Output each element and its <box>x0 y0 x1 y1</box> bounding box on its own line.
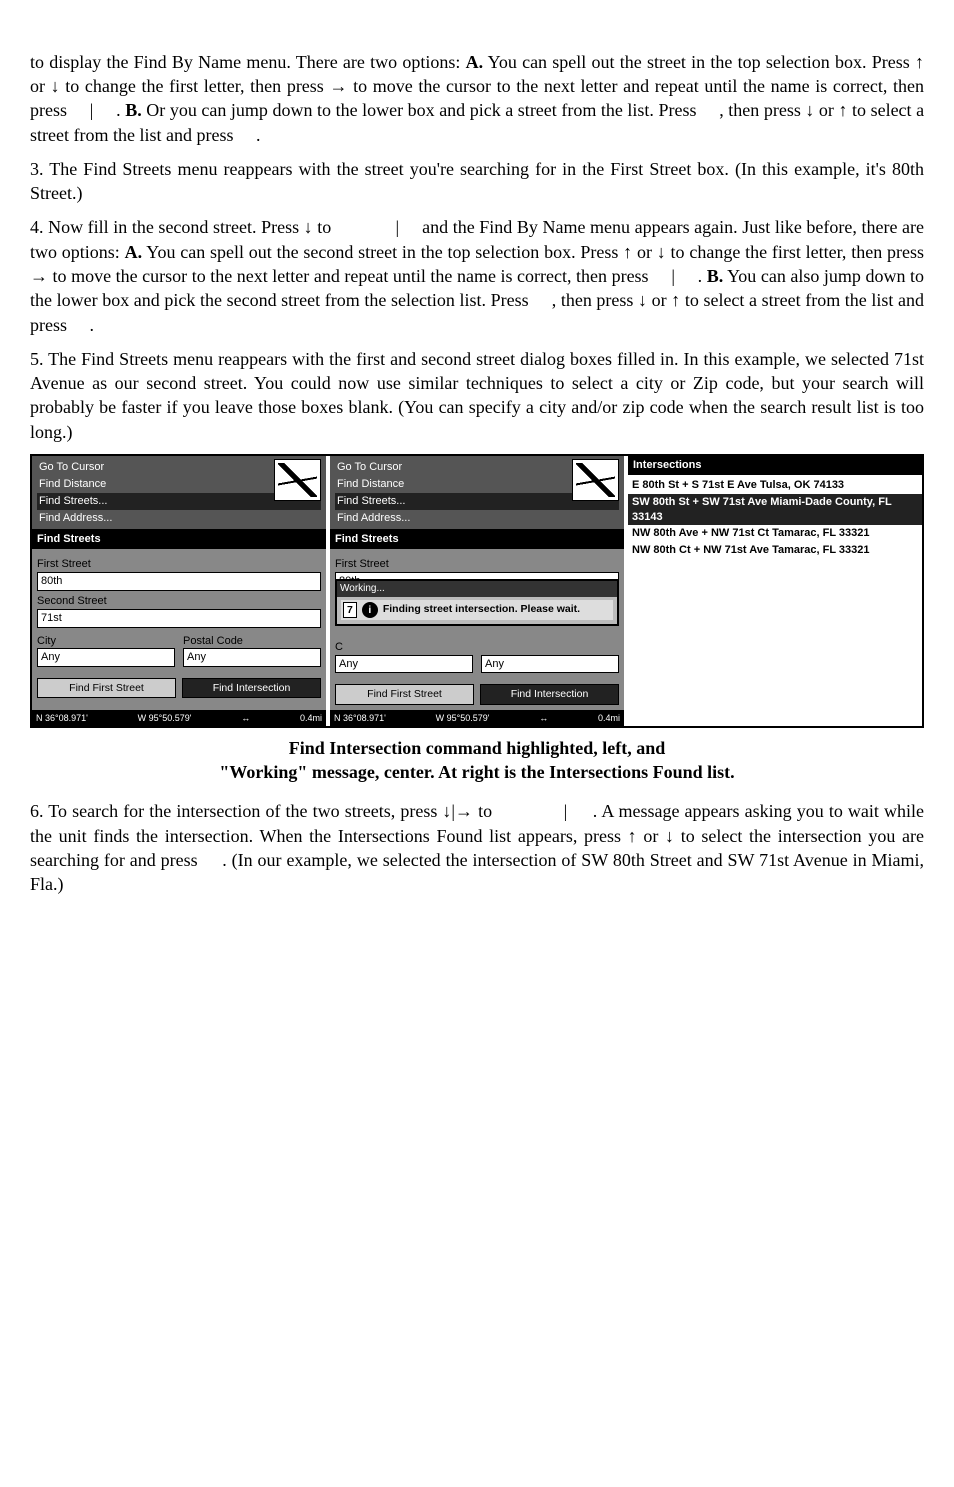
separator: | <box>671 266 675 286</box>
panel-right: Intersections E 80th St + S 71st E Ave T… <box>628 456 922 726</box>
enter-key <box>404 217 418 237</box>
label-c-prefix: C <box>335 640 619 655</box>
enter-key <box>72 315 86 335</box>
caption-line-2: "Working" message, center. At right is t… <box>219 762 734 782</box>
status-lat: N 36°08.971' <box>36 712 88 724</box>
paragraph-2: 3. The Find Streets menu reappears with … <box>30 157 924 206</box>
intersection-item[interactable]: NW 80th Ave + NW 71st Ct Tamarac, FL 333… <box>628 525 922 542</box>
status-lon: W 95°50.579' <box>138 712 192 724</box>
input-second-street[interactable]: 71st <box>37 609 321 628</box>
paragraph-4: 5. The Find Streets menu reappears with … <box>30 347 924 444</box>
caption-line-1: Find Intersection command highlighted, l… <box>289 738 666 758</box>
enter-key <box>679 266 693 286</box>
enter-key <box>653 266 667 286</box>
text: . <box>116 100 125 120</box>
separator: | <box>564 801 568 821</box>
label-first-street: First Street <box>37 557 321 572</box>
status-bar: N 36°08.971' W 95°50.579' ↔ 0.4mi <box>32 710 326 726</box>
text: Or you can jump down to the lower box an… <box>146 100 701 120</box>
text: . <box>256 125 261 145</box>
status-arrows: ↔ <box>539 712 548 724</box>
menu-find-address[interactable]: Find Address... <box>37 510 321 527</box>
text: 6. To search for the intersection of the… <box>30 801 497 821</box>
input-city[interactable]: Any <box>37 648 175 667</box>
enter-key <box>98 100 112 120</box>
option-a: A. <box>466 52 484 72</box>
enter-key <box>701 100 715 120</box>
input-postal-code[interactable]: Any <box>183 648 321 667</box>
intersections-list: E 80th St + S 71st E Ave Tulsa, OK 74133… <box>628 475 922 726</box>
menu-area: Go To Cursor Find Distance Find Streets.… <box>330 456 624 530</box>
status-dist: 0.4mi <box>300 712 322 724</box>
find-intersection-key <box>497 801 558 821</box>
separator: | <box>90 100 94 120</box>
intersections-title: Intersections <box>628 456 922 475</box>
label-second-street: Second Street <box>37 594 321 609</box>
label-first-street: First Street <box>335 557 619 572</box>
info-icon: i <box>362 602 378 618</box>
intersection-item[interactable]: NW 80th Ct + NW 71st Ave Tamarac, FL 333… <box>628 542 922 559</box>
paragraph-5: 6. To search for the intersection of the… <box>30 799 924 896</box>
map-thumbnail <box>572 459 619 501</box>
second-street-key <box>336 217 391 237</box>
enter-key <box>203 850 218 870</box>
status-bar: N 36°08.971' W 95°50.579' ↔ 0.4mi <box>330 710 624 726</box>
intersection-item-selected[interactable]: SW 80th St + SW 71st Ave Miami-Dade Coun… <box>628 494 922 526</box>
menu-area: Go To Cursor Find Distance Find Streets.… <box>32 456 326 530</box>
label-postal-code: Postal Code <box>183 634 321 649</box>
enter-key <box>238 125 252 145</box>
status-lat: N 36°08.971' <box>334 712 386 724</box>
status-arrows: ↔ <box>241 712 250 724</box>
input-first-street[interactable]: 80th <box>37 572 321 591</box>
paragraph-3: 4. Now fill in the second street. Press … <box>30 215 924 336</box>
intersection-item[interactable]: E 80th St + S 71st E Ave Tulsa, OK 74133 <box>628 477 922 494</box>
status-lon: W 95°50.579' <box>436 712 490 724</box>
form-area: First Street 80th S Working... 7 i Findi… <box>330 549 624 709</box>
popup-body-text: Finding street intersection. Please wait… <box>383 602 580 616</box>
menu-find-address[interactable]: Find Address... <box>335 510 619 527</box>
figure-caption: Find Intersection command highlighted, l… <box>30 736 924 785</box>
popup-seven: 7 <box>343 602 357 618</box>
input-city[interactable]: Any <box>335 655 473 674</box>
find-intersection-button[interactable]: Find Intersection <box>182 678 321 698</box>
text: . <box>698 266 707 286</box>
enter-key <box>72 100 86 120</box>
option-b: B. <box>707 266 724 286</box>
working-popup: Working... 7 i Finding street intersecti… <box>335 579 619 626</box>
popup-title: Working... <box>337 581 617 597</box>
title-bar: Find Streets <box>330 530 624 549</box>
title-bar: Find Streets <box>32 530 326 549</box>
find-intersection-button[interactable]: Find Intersection <box>480 684 619 704</box>
text: 4. Now fill in the second street. Press … <box>30 217 336 237</box>
find-first-street-button[interactable]: Find First Street <box>37 678 176 698</box>
figure-row: Go To Cursor Find Distance Find Streets.… <box>30 454 924 728</box>
enter-key <box>572 801 587 821</box>
separator: | <box>396 217 400 237</box>
enter-key <box>533 290 547 310</box>
find-first-street-button[interactable]: Find First Street <box>335 684 474 704</box>
panel-center: Go To Cursor Find Distance Find Streets.… <box>330 456 624 726</box>
map-thumbnail <box>274 459 321 501</box>
paragraph-1: to display the Find By Name menu. There … <box>30 50 924 147</box>
label-city: City <box>37 634 175 649</box>
panel-left: Go To Cursor Find Distance Find Streets.… <box>32 456 326 726</box>
status-dist: 0.4mi <box>598 712 620 724</box>
text: . <box>90 315 95 335</box>
form-area: First Street 80th Second Street 71st Cit… <box>32 549 326 709</box>
text: to display the Find By Name menu. There … <box>30 52 466 72</box>
input-postal-code[interactable]: Any <box>481 655 619 674</box>
option-b: B. <box>125 100 142 120</box>
option-a: A. <box>125 242 143 262</box>
